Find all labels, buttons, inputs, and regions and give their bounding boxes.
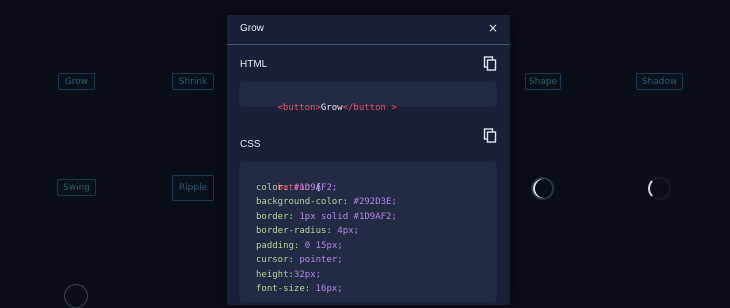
css-val: 0 15px; <box>299 240 343 251</box>
css-prop: color: <box>256 182 289 193</box>
ripple-demo-button[interactable]: Ripple <box>172 175 214 201</box>
shrink-demo-button[interactable]: Shrink <box>172 73 214 90</box>
html-close-tag: </button > <box>342 102 397 113</box>
css-prop: font-size: <box>256 284 311 294</box>
spinner-demo[interactable] <box>531 177 554 200</box>
css-val: 4px; <box>331 226 359 236</box>
modal-title: Grow <box>240 23 264 34</box>
copy-html-icon[interactable] <box>483 56 497 71</box>
grow-demo-button[interactable]: Grow <box>58 73 95 90</box>
swing-demo-button[interactable]: Swing <box>57 179 96 196</box>
css-prop: border: <box>256 211 294 222</box>
code-modal: Grow × HTML <button>Grow</button > CSS b… <box>227 15 510 305</box>
css-val: 32px; <box>293 269 322 280</box>
spinner-demo-2[interactable] <box>648 177 671 200</box>
css-val: 1px solid #1D9AF2; <box>293 211 397 222</box>
modal-header: Grow × <box>227 15 510 45</box>
html-code-block: <button>Grow</button > <box>239 82 497 113</box>
copy-css-icon[interactable] <box>483 128 497 143</box>
shadow-demo-button[interactable]: Shadow <box>636 73 683 90</box>
bottom-circle-demo[interactable] <box>64 284 88 308</box>
css-prop: height: <box>256 269 294 280</box>
css-val: #292D3E; <box>348 197 397 207</box>
css-section-label: CSS <box>240 139 261 150</box>
css-val: 16px; <box>310 284 343 294</box>
css-prop: background-color: <box>256 197 349 207</box>
css-val: #1D9AF2; <box>288 182 338 193</box>
css-prop: padding: <box>256 240 300 251</box>
html-open-tag: <button> <box>277 102 321 113</box>
html-inner-text: Grow <box>320 102 343 113</box>
css-prop: cursor: <box>256 255 294 265</box>
css-val: pointer; <box>293 255 343 265</box>
css-prop: border-radius: <box>256 226 332 236</box>
css-code-block: button { color: #1D9AF2; background-colo… <box>239 162 497 302</box>
html-section-label: HTML <box>240 59 268 70</box>
shape-demo-button[interactable]: Shape <box>525 73 561 90</box>
close-icon[interactable]: × <box>487 21 499 35</box>
